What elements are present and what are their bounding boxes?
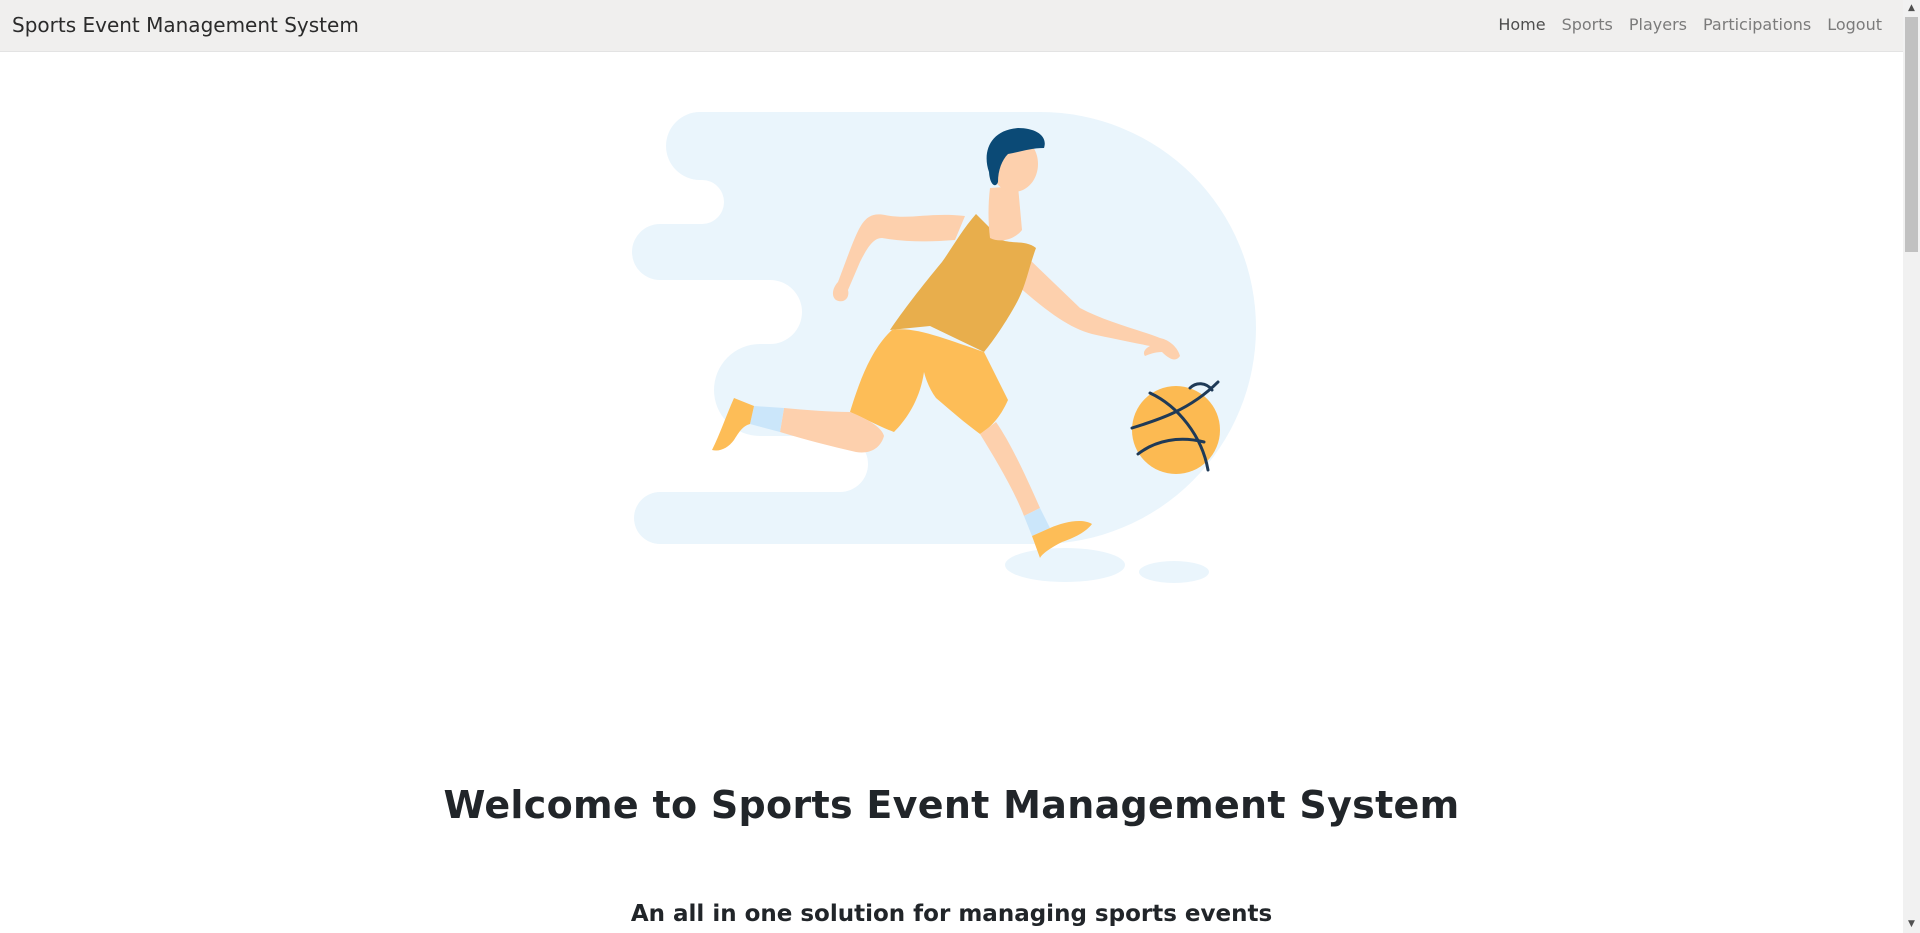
- basketball-player-illustration: [632, 112, 1256, 583]
- vertical-scrollbar[interactable]: ▲ ▼: [1903, 0, 1920, 933]
- scroll-down-arrow-icon[interactable]: ▼: [1903, 916, 1920, 933]
- viewport: Sports Event Management System Home Spor…: [0, 0, 1903, 933]
- nav-link-logout[interactable]: Logout: [1827, 14, 1882, 36]
- hero-illustration: [630, 90, 1270, 590]
- nav-link-participations[interactable]: Participations: [1703, 14, 1811, 36]
- subtitle: An all in one solution for managing spor…: [630, 901, 1273, 927]
- page: Sports Event Management System Home Spor…: [0, 0, 1920, 933]
- navbar-brand[interactable]: Sports Event Management System: [12, 12, 359, 38]
- nav-link-home[interactable]: Home: [1498, 14, 1545, 36]
- scroll-thumb[interactable]: [1905, 17, 1918, 252]
- nav-link-sports[interactable]: Sports: [1562, 14, 1613, 36]
- nav-links: Home Sports Players Participations Logou…: [1498, 14, 1882, 36]
- scroll-up-arrow-icon[interactable]: ▲: [1903, 0, 1920, 17]
- nav-link-players[interactable]: Players: [1629, 14, 1687, 36]
- welcome-title: Welcome to Sports Event Management Syste…: [443, 783, 1460, 827]
- navbar: Sports Event Management System Home Spor…: [0, 0, 1903, 52]
